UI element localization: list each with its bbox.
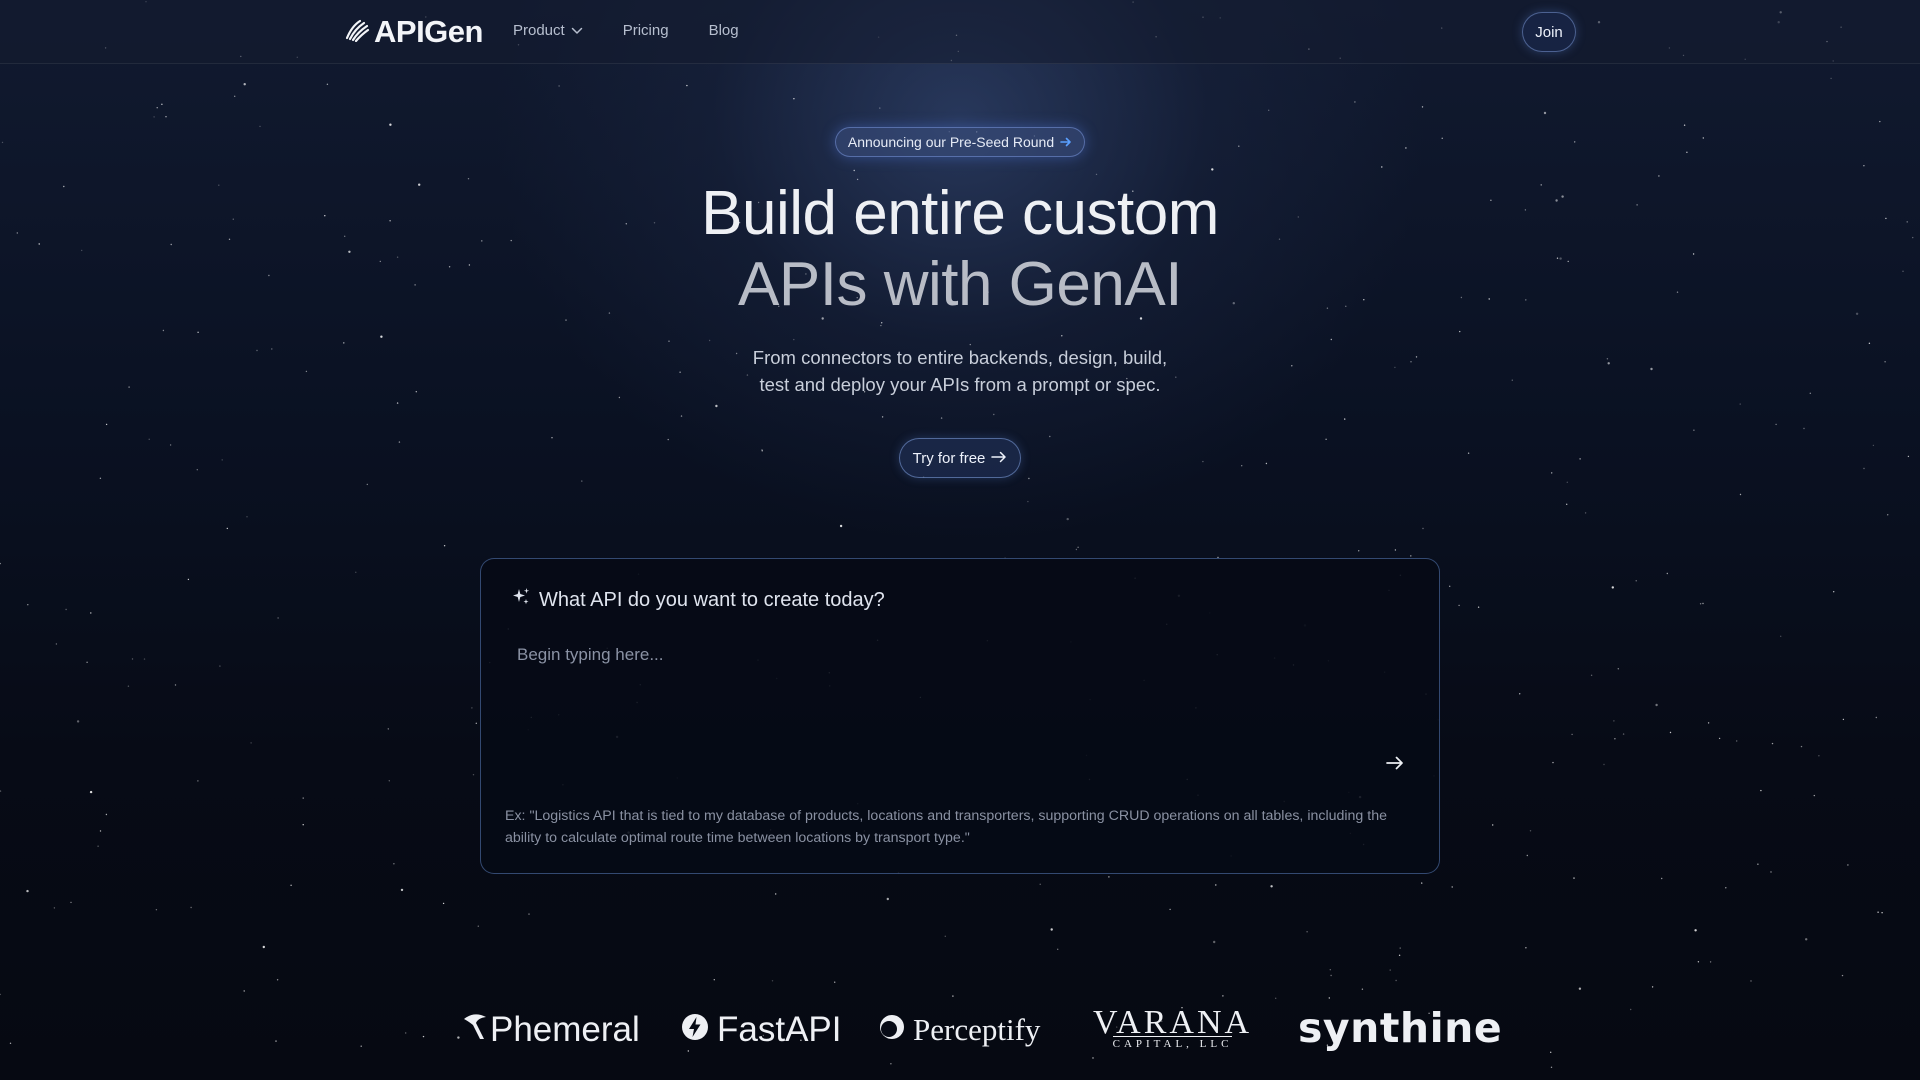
cta-label: Try for free	[912, 449, 986, 467]
starfield-background	[0, 1, 1914, 1069]
chevron-down-icon	[571, 22, 583, 39]
hero-headline: Build entire custom APIs with GenAI	[560, 178, 1360, 320]
logo-phemeral-text: Phemeral	[490, 1010, 640, 1049]
logo-varana-sub-text: CAPITAL, LLC	[1112, 1036, 1233, 1050]
submit-prompt-button[interactable]	[1379, 749, 1411, 781]
headline-line-2: APIs with GenAI	[738, 250, 1182, 319]
subtitle-line-1: From connectors to entire backends, desi…	[752, 347, 1168, 368]
prompt-card-title: What API do you want to create today?	[511, 587, 885, 613]
nav-link-blog[interactable]: Blog	[709, 22, 739, 39]
arrow-right-icon	[1386, 756, 1404, 775]
logo-phemeral: Phemeral	[462, 1010, 640, 1050]
subtitle-line-2: test and deploy your APIs from a prompt …	[759, 374, 1161, 395]
try-for-free-button[interactable]: Try for free	[899, 438, 1021, 478]
wave-lines-icon	[344, 18, 370, 47]
crescent-circle-icon	[879, 1012, 905, 1048]
headline-line-1: Build entire custom	[701, 179, 1219, 248]
top-nav: APIGen Product Pricing Blog Join	[0, 0, 1920, 64]
nav-links: Product Pricing Blog	[513, 22, 739, 39]
logo-perceptify: Perceptify	[879, 1012, 1040, 1048]
announcement-label: Announcing our Pre-Seed Round	[847, 134, 1055, 150]
nav-link-product-label: Product	[513, 22, 565, 39]
sparkle-icon	[511, 587, 531, 613]
brand-name: APIGen	[374, 14, 483, 49]
logo-varana-main-text: VARANA	[1093, 1004, 1253, 1041]
logo-synthine: synthine	[1298, 1004, 1503, 1052]
prompt-card-title-text: What API do you want to create today?	[539, 588, 885, 611]
prompt-example-text: Ex: "Logistics API that is tied to my da…	[505, 808, 1387, 846]
logo-perceptify-text: Perceptify	[913, 1012, 1041, 1047]
logo-varana-capital: VARANA CAPITAL, LLC	[1093, 1004, 1253, 1051]
announcement-pill[interactable]: Announcing our Pre-Seed Round	[835, 127, 1085, 157]
join-button[interactable]: Join	[1522, 12, 1576, 52]
phemeral-mark-icon	[462, 1010, 488, 1050]
brand-logo[interactable]: APIGen	[344, 14, 483, 50]
logo-fastapi-text: FastAPI	[717, 1010, 842, 1049]
nav-link-product[interactable]: Product	[513, 22, 583, 39]
nav-link-pricing[interactable]: Pricing	[623, 22, 669, 39]
logo-fastapi: FastAPI	[681, 1010, 841, 1050]
hero-subtitle: From connectors to entire backends, desi…	[660, 344, 1260, 398]
arrow-right-icon	[991, 450, 1007, 467]
partner-logos: Phemeral FastAPI Perceptify VARANA CAPIT…	[0, 1000, 1920, 1060]
arrow-right-icon	[1060, 134, 1072, 150]
api-prompt-input[interactable]	[505, 639, 1375, 769]
lightning-bolt-icon	[681, 1010, 709, 1050]
prompt-card: What API do you want to create today? Ex…	[480, 558, 1440, 874]
